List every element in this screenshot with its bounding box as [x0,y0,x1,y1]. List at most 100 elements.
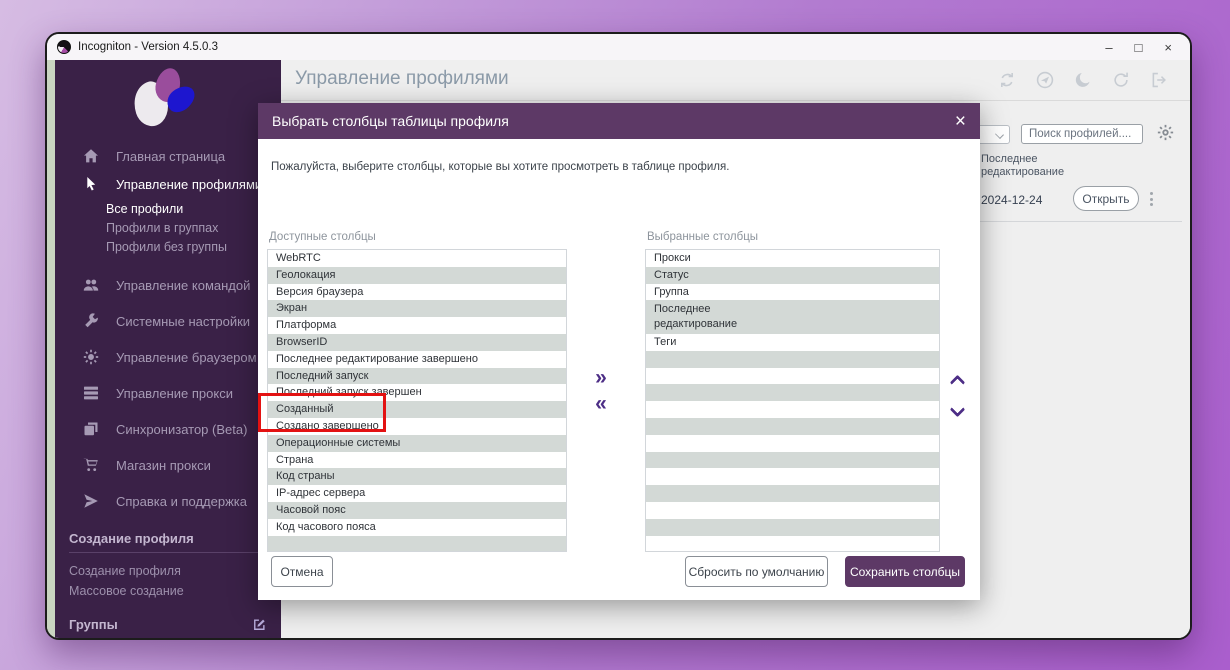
gear-icon [83,349,99,365]
incogniton-app-icon [57,40,71,54]
sidebar-item-help-support[interactable]: Справка и поддержка [55,487,281,515]
sidebar-nav: Главная страница Управление профилями Вс… [55,142,281,515]
header-divider [281,100,1190,101]
groups-section: Группы Unassigned (1) [69,617,267,638]
reset-default-button[interactable]: Сбросить по умолчанию [685,556,828,587]
sidebar-item-proxy-store[interactable]: Магазин прокси [55,451,281,479]
close-window-button[interactable]: × [1164,41,1172,54]
column-option [646,351,939,368]
table-settings-gear-icon[interactable] [1157,124,1174,141]
sidebar-item-team-management[interactable]: Управление командой [55,271,281,299]
maximize-button[interactable]: □ [1135,41,1143,54]
sidebar-item-label: Управление браузером [116,350,257,365]
move-right-icon[interactable]: » [580,365,622,391]
profile-creation-section: Создание профиля Создание профиля Массов… [69,531,267,601]
layers-copy-icon [83,421,99,437]
header-toolbar [998,71,1168,89]
cursor-icon [83,176,99,192]
column-option[interactable]: Последний запуск завершен [268,384,566,401]
sidebar-item-browser-management[interactable]: Управление браузером [55,343,281,371]
column-option[interactable]: Страна [268,452,566,469]
section-header-profile-creation: Создание профиля [69,531,267,553]
column-option [646,452,939,469]
column-option[interactable]: Прокси [646,250,939,267]
sidebar-item-profiles-without-group[interactable]: Профили без группы [55,238,281,257]
sidebar-item-label: Управление профилями [116,177,262,192]
available-columns-list: WebRTCГеолокацияВерсия браузераЭкранПлат… [267,249,567,552]
column-option[interactable]: Теги [646,334,939,351]
modal-close-icon[interactable]: × [955,112,966,131]
minimize-button[interactable]: – [1105,41,1112,54]
modal-header: Выбрать столбцы таблицы профиля × [258,103,980,139]
refresh-icon[interactable] [1112,71,1130,89]
sidebar-item-create-profile[interactable]: Создание профиля [69,561,267,581]
column-option[interactable]: Код страны [268,468,566,485]
app-window: Incogniton - Version 4.5.0.3 – □ × Главн… [45,32,1192,640]
column-option[interactable]: Геолокация [268,267,566,284]
wrench-icon [83,313,99,329]
profile-row-last-edit: 2024-12-24 [981,193,1042,207]
column-option[interactable]: Часовой пояс [268,502,566,519]
sidebar-item-label: Синхронизатор (Beta) [116,422,247,437]
sidebar-item-synchronizer[interactable]: Синхронизатор (Beta) [55,415,281,443]
recycle-sync-icon[interactable] [998,71,1016,89]
column-option [646,536,939,552]
section-title: Создание профиля [69,531,194,546]
sidebar-item-label: Управление прокси [116,386,233,401]
column-option [646,435,939,452]
column-option[interactable]: Версия браузера [268,284,566,301]
sidebar-item-label: Главная страница [116,149,225,164]
move-left-icon[interactable]: « [580,391,622,417]
paper-plane-icon[interactable] [1036,71,1054,89]
cart-icon [83,457,99,473]
column-option[interactable]: WebRTC [268,250,566,267]
modal-description: Пожалуйста, выберите столбцы, которые вы… [271,161,729,173]
sidebar-item-home[interactable]: Главная страница [55,142,281,170]
column-option[interactable]: Созданный [268,401,566,418]
column-option[interactable]: Последнее редактирование завершено [268,351,566,368]
section-header-groups: Группы [69,617,267,638]
column-option[interactable]: Последний запуск [268,368,566,385]
dark-mode-moon-icon[interactable] [1074,71,1092,89]
logout-icon[interactable] [1150,71,1168,89]
sidebar-item-system-settings[interactable]: Системные настройки [55,307,281,335]
column-option[interactable]: Операционные системы [268,435,566,452]
sidebar-item-label: Справка и поддержка [116,494,247,509]
modal-title: Выбрать столбцы таблицы профиля [272,113,509,129]
column-option[interactable]: Создано завершено [268,418,566,435]
move-down-icon[interactable] [950,402,966,418]
sidebar-item-all-profiles[interactable]: Все профили [55,200,281,219]
column-option[interactable]: Экран [268,300,566,317]
row-more-menu-icon[interactable] [1147,189,1156,209]
open-profile-button[interactable]: Открыть [1073,186,1139,211]
column-option[interactable]: Группа [646,284,939,301]
table-row-divider [978,221,1182,222]
column-option [646,468,939,485]
sidebar: Главная страница Управление профилями Вс… [55,60,281,638]
edit-groups-icon[interactable] [252,617,267,632]
section-title: Группы [69,617,118,632]
cancel-button[interactable]: Отмена [271,556,333,587]
save-columns-button[interactable]: Сохранить столбцы [845,556,965,587]
column-option[interactable]: IP-адрес сервера [268,485,566,502]
column-option [646,401,939,418]
search-input[interactable] [1021,124,1143,144]
column-option [646,384,939,401]
sidebar-item-bulk-creation[interactable]: Массовое создание [69,581,267,601]
column-option[interactable]: Статус [646,267,939,284]
table-column-header: Последнее редактирование [981,153,1073,179]
modal-footer: Отмена Сбросить по умолчанию Сохранить с… [258,556,980,588]
sidebar-item-profile-management[interactable]: Управление профилями [55,170,281,198]
users-icon [83,277,99,293]
sidebar-item-label: Системные настройки [116,314,250,329]
column-option[interactable]: Последнее редактирование [646,300,939,334]
sidebar-item-proxy-management[interactable]: Управление прокси [55,379,281,407]
modal-body: Пожалуйста, выберите столбцы, которые вы… [258,139,980,600]
move-up-icon[interactable] [950,375,966,391]
column-option[interactable]: BrowserID [268,334,566,351]
available-columns-label: Доступные столбцы [269,231,376,243]
window-controls: – □ × [1105,41,1180,54]
sidebar-item-profiles-in-groups[interactable]: Профили в группах [55,219,281,238]
column-option[interactable]: Код часового пояса [268,519,566,536]
column-option[interactable]: Платформа [268,317,566,334]
